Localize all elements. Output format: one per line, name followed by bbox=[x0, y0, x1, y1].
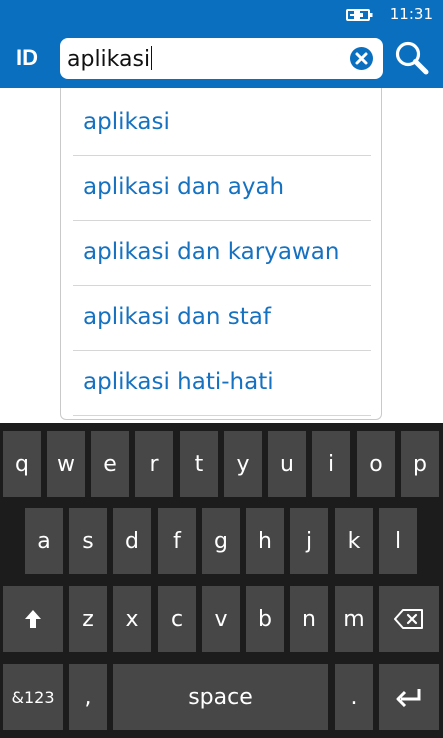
key-r[interactable]: r bbox=[135, 431, 173, 497]
suggestion-item[interactable]: aplikasi bbox=[73, 91, 371, 156]
language-button[interactable]: ID bbox=[16, 45, 38, 71]
suggestion-item[interactable]: aplikasi dan ayah bbox=[73, 156, 371, 221]
status-bar: 11:31 bbox=[0, 0, 443, 30]
key-b[interactable]: b bbox=[246, 586, 284, 652]
key-e[interactable]: e bbox=[91, 431, 129, 497]
key-w[interactable]: w bbox=[47, 431, 85, 497]
key-z[interactable]: z bbox=[69, 586, 107, 652]
suggestion-item[interactable]: aplikasi hati-hati bbox=[73, 351, 371, 416]
key-g[interactable]: g bbox=[202, 508, 240, 574]
key-m[interactable]: m bbox=[335, 586, 373, 652]
status-time: 11:31 bbox=[389, 5, 433, 23]
comma-key[interactable]: , bbox=[69, 664, 107, 730]
key-v[interactable]: v bbox=[202, 586, 240, 652]
key-p[interactable]: p bbox=[401, 431, 439, 497]
suggestion-label: aplikasi bbox=[83, 109, 170, 135]
suggestion-item[interactable]: aplikasi dan staf bbox=[73, 286, 371, 351]
search-input[interactable]: aplikasi bbox=[60, 38, 383, 79]
key-x[interactable]: x bbox=[113, 586, 151, 652]
key-o[interactable]: o bbox=[357, 431, 395, 497]
enter-icon[interactable] bbox=[379, 664, 439, 730]
numbers-key[interactable]: &123 bbox=[3, 664, 63, 730]
clear-icon[interactable] bbox=[350, 47, 373, 70]
suggestion-label: aplikasi hati-hati bbox=[83, 369, 274, 395]
key-k[interactable]: k bbox=[335, 508, 373, 574]
key-d[interactable]: d bbox=[113, 508, 151, 574]
on-screen-keyboard: q w e r t y u i o p a s d f g h j k l z … bbox=[0, 423, 443, 738]
key-a[interactable]: a bbox=[25, 508, 63, 574]
key-t[interactable]: t bbox=[180, 431, 218, 497]
key-j[interactable]: j bbox=[290, 508, 328, 574]
suggestion-label: aplikasi dan staf bbox=[83, 304, 271, 330]
text-caret bbox=[151, 46, 153, 70]
key-s[interactable]: s bbox=[69, 508, 107, 574]
key-h[interactable]: h bbox=[246, 508, 284, 574]
key-l[interactable]: l bbox=[379, 508, 417, 574]
suggestion-item[interactable]: aplikasi dan karyawan bbox=[73, 221, 371, 286]
key-n[interactable]: n bbox=[290, 586, 328, 652]
space-key[interactable]: space bbox=[113, 664, 328, 730]
battery-charging-icon bbox=[346, 9, 373, 21]
key-i[interactable]: i bbox=[312, 431, 350, 497]
search-icon[interactable] bbox=[393, 40, 431, 78]
shift-arrow-icon[interactable] bbox=[3, 586, 63, 652]
app-header: ID aplikasi bbox=[0, 30, 443, 88]
key-y[interactable]: y bbox=[224, 431, 262, 497]
key-f[interactable]: f bbox=[158, 508, 196, 574]
suggestion-label: aplikasi dan ayah bbox=[83, 174, 285, 200]
suggestion-list: aplikasi aplikasi dan ayah aplikasi dan … bbox=[60, 88, 382, 420]
suggestion-label: aplikasi dan karyawan bbox=[83, 239, 340, 265]
key-c[interactable]: c bbox=[158, 586, 196, 652]
backspace-icon[interactable] bbox=[379, 586, 439, 652]
search-input-text[interactable]: aplikasi bbox=[67, 46, 153, 72]
period-key[interactable]: . bbox=[335, 664, 373, 730]
key-q[interactable]: q bbox=[3, 431, 41, 497]
key-u[interactable]: u bbox=[268, 431, 306, 497]
